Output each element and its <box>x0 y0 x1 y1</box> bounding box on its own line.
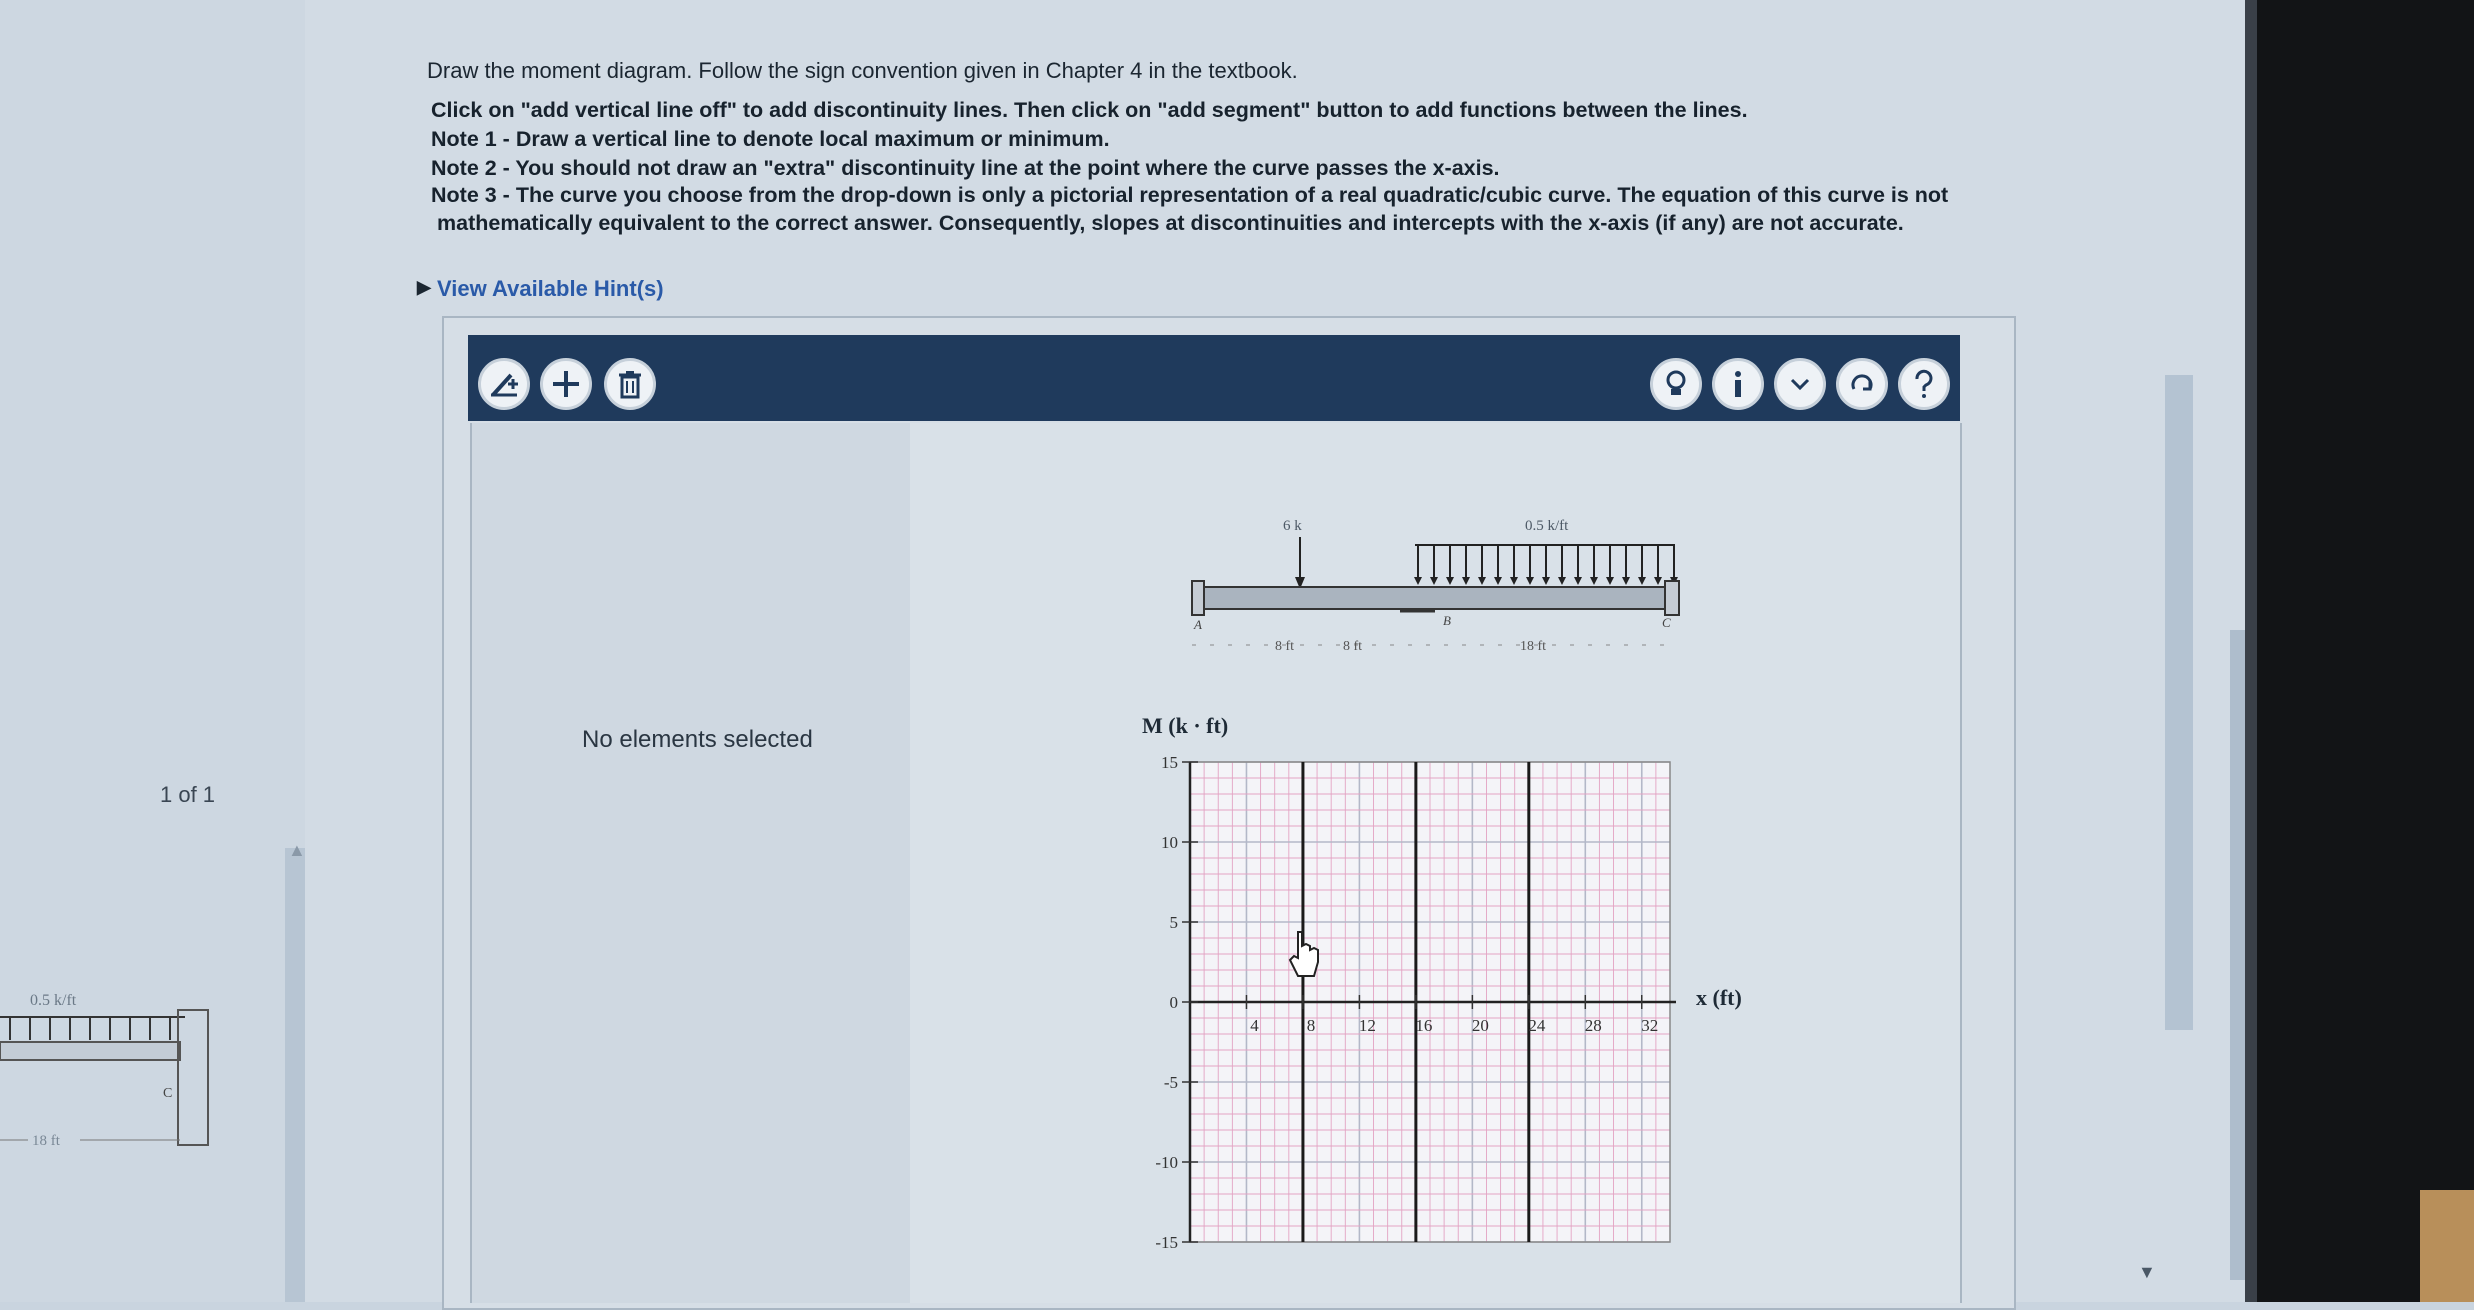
dim-1-label: 8 ft <box>1275 639 1294 654</box>
y-axis-label: M (k · ft) <box>1142 713 1228 738</box>
help-icon <box>1915 369 1933 398</box>
note-1: Note 1 - Draw a vertical line to denote … <box>431 127 1110 151</box>
dist-load-arrowhead <box>1478 577 1486 585</box>
dim-3-label: 18 ft <box>1520 639 1546 654</box>
dist-load-arrowhead <box>1574 577 1582 585</box>
beam-member <box>1191 586 1678 610</box>
info-button[interactable] <box>1712 358 1764 410</box>
monitor-bezel <box>2245 0 2474 1302</box>
thumb-span-label: 18 ft <box>32 1133 61 1149</box>
point-load-label: 6 k <box>1283 518 1302 534</box>
dist-load-arrowhead <box>1526 577 1534 585</box>
desk-surface <box>2420 1190 2474 1302</box>
delete-button[interactable] <box>604 358 656 410</box>
lightbulb-icon <box>1666 370 1686 395</box>
help-button[interactable] <box>1898 358 1950 410</box>
beam-thumbnail[interactable]: 0.5 k/ft C 18 ft <box>0 985 220 1165</box>
x-tick-label: 32 <box>1641 1016 1658 1035</box>
dim-2-label: 8 ft <box>1343 639 1362 654</box>
x-tick-label: 8 <box>1307 1016 1316 1035</box>
dist-load-arrows <box>1414 545 1678 585</box>
note-3: Note 3 - The curve you choose from the d… <box>431 183 1949 207</box>
dist-load-arrowhead <box>1462 577 1470 585</box>
y-tick-label: 5 <box>1170 913 1179 932</box>
support-c <box>1664 580 1680 616</box>
view-hints-link[interactable]: ▶ View Available Hint(s) <box>417 276 664 302</box>
fixed-support-a <box>1191 580 1205 616</box>
info-icon <box>1735 371 1741 397</box>
instruction-line-1: Click on "add vertical line off" to add … <box>431 98 1748 122</box>
dist-load-arrowhead <box>1622 577 1630 585</box>
note-3-continued: mathematically equivalent to the correct… <box>437 211 1904 235</box>
note-2: Note 2 - You should not draw an "extra" … <box>431 156 1500 180</box>
x-axis-label: x (ft) <box>1696 985 1742 1010</box>
dist-load-arrowhead <box>1606 577 1614 585</box>
add-vertical-line-button[interactable] <box>478 358 530 410</box>
y-tick-label: -15 <box>1155 1233 1178 1252</box>
add-vertical-line-icon <box>491 373 518 397</box>
selection-status: No elements selected <box>582 726 813 753</box>
scroll-up-arrow-icon[interactable]: ▲ <box>288 840 306 861</box>
x-tick-label: 16 <box>1415 1016 1432 1035</box>
dropdown-button[interactable] <box>1774 358 1826 410</box>
label-b: B <box>1443 613 1451 628</box>
add-segment-icon <box>553 371 579 397</box>
monitor-bezel-edge <box>2245 0 2257 1302</box>
x-tick-label: 4 <box>1250 1016 1259 1035</box>
chevron-down-icon <box>1790 378 1810 391</box>
y-tick-label: 10 <box>1161 833 1178 852</box>
moment-graph[interactable]: M (k · ft) 15 10 5 0 -5 -10 -15 4 8 12 16 20 24 28 32… <box>1130 700 1810 1260</box>
pager-label: 1 of 1 <box>160 782 216 807</box>
reset-button[interactable] <box>1836 358 1888 410</box>
y-tick-label: -10 <box>1155 1153 1178 1172</box>
reset-icon <box>1851 374 1873 391</box>
x-tick-label: 20 <box>1472 1016 1489 1035</box>
x-tick-label: 28 <box>1585 1016 1602 1035</box>
dist-load-arrowhead <box>1558 577 1566 585</box>
thumb-load-arrows <box>9 1017 171 1040</box>
y-tick-label: 15 <box>1161 753 1178 772</box>
dist-load-label: 0.5 k/ft <box>1525 518 1569 534</box>
label-c: C <box>1662 615 1671 630</box>
thumb-load-label: 0.5 k/ft <box>30 992 77 1009</box>
hint-button[interactable] <box>1650 358 1702 410</box>
properties-panel <box>472 423 910 1303</box>
content-scrollbar[interactable] <box>2165 375 2193 1030</box>
add-segment-button[interactable] <box>540 358 592 410</box>
label-a: A <box>1193 617 1202 632</box>
scroll-down-arrow-icon[interactable]: ▼ <box>2138 1262 2156 1283</box>
dist-load-arrowhead <box>1638 577 1646 585</box>
question-title: Draw the moment diagram. Follow the sign… <box>427 58 1298 83</box>
y-tick-label: 0 <box>1170 993 1179 1012</box>
dist-load-arrowhead <box>1414 577 1422 585</box>
view-hints-label: View Available Hint(s) <box>437 276 664 301</box>
dist-load-arrowhead <box>1446 577 1454 585</box>
dist-load-arrowhead <box>1510 577 1518 585</box>
dist-load-arrowhead <box>1654 577 1662 585</box>
dist-load-arrowhead <box>1494 577 1502 585</box>
x-tick-label: 24 <box>1528 1016 1546 1035</box>
trash-icon <box>619 371 641 399</box>
dist-load-arrowhead <box>1430 577 1438 585</box>
dist-load-arrowhead <box>1590 577 1598 585</box>
y-tick-label: -5 <box>1164 1073 1178 1092</box>
thumb-support-label: C <box>163 1086 172 1101</box>
caret-right-icon: ▶ <box>417 277 431 297</box>
dist-load-arrowhead <box>1542 577 1550 585</box>
beam-diagram: 6 k 0.5 k/ft A B C 8 ft 8 ft 18 ft <box>1191 518 1680 654</box>
x-tick-label: 12 <box>1359 1016 1376 1035</box>
